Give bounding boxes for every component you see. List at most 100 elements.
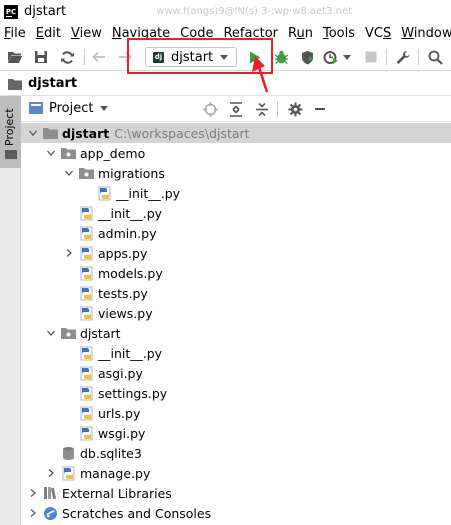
- project-tool-tab-label: Project: [3, 108, 16, 146]
- wrench-icon[interactable]: [394, 48, 412, 66]
- tree-item-label: apps.py: [98, 245, 148, 261]
- tree-row[interactable]: __init__.py: [21, 183, 451, 203]
- collapse-all-icon[interactable]: [254, 101, 270, 117]
- tree-item-label: External Libraries: [62, 485, 172, 501]
- menu-view[interactable]: View: [66, 26, 107, 41]
- python-file-icon: [78, 225, 94, 241]
- python-file-icon: [78, 205, 94, 221]
- tree-item-path: C:\workspaces\djstart: [114, 125, 250, 141]
- chevron-right-icon[interactable]: [46, 468, 56, 478]
- window-title: djstart: [24, 4, 67, 19]
- tree-row[interactable]: asgi.py: [21, 363, 451, 383]
- folder-icon: [42, 125, 58, 141]
- tree-row[interactable]: djstart: [21, 323, 451, 343]
- python-file-icon: [60, 465, 76, 481]
- database-file-icon: [60, 445, 76, 461]
- sync-icon[interactable]: [58, 48, 76, 66]
- tree-row[interactable]: tests.py: [21, 283, 451, 303]
- debug-icon[interactable]: [272, 48, 290, 66]
- menu-edit[interactable]: Edit: [31, 26, 66, 41]
- coverage-icon[interactable]: [298, 48, 316, 66]
- python-file-icon: [78, 245, 94, 261]
- menu-tools[interactable]: Tools: [318, 26, 360, 41]
- tree-item-label: Scratches and Consoles: [62, 505, 212, 521]
- tree-item-label: app_demo: [80, 145, 146, 161]
- tree-row[interactable]: __init__.py: [21, 203, 451, 223]
- tree-row[interactable]: admin.py: [21, 223, 451, 243]
- tree-item-label: djstart: [80, 325, 121, 341]
- python-file-icon: [78, 405, 94, 421]
- project-tree: djstart C:\workspaces\djstart app_demo migr…: [21, 123, 451, 525]
- project-panel-header: Project: [21, 96, 451, 122]
- tree-row[interactable]: __init__.py: [21, 343, 451, 363]
- open-folder-icon[interactable]: [6, 48, 24, 66]
- tree-row[interactable]: models.py: [21, 263, 451, 283]
- tree-item-label: djstart: [62, 125, 110, 141]
- tree-item-label: asgi.py: [98, 365, 143, 381]
- tree-item-label: settings.py: [98, 385, 168, 401]
- locate-icon[interactable]: [202, 101, 218, 117]
- tree-row[interactable]: urls.py: [21, 403, 451, 423]
- python-file-icon: [78, 305, 94, 321]
- window-title-watermark: www.f(angs)9@lN(s) 3-:wp·w8.aet3.net: [156, 6, 353, 17]
- tree-row[interactable]: wsgi.py: [21, 423, 451, 443]
- python-file-icon: [78, 285, 94, 301]
- settings-gear-icon[interactable]: [287, 101, 303, 117]
- tree-row[interactable]: db.sqlite3: [21, 443, 451, 463]
- title-bar: PC djstart www.f(angs)9@lN(s) 3-:wp·w8.a…: [0, 0, 451, 23]
- breadcrumb-project[interactable]: djstart: [28, 76, 77, 91]
- tree-item-label: wsgi.py: [98, 425, 146, 441]
- tree-item-label: urls.py: [98, 405, 141, 421]
- tree-item-label: __init__.py: [116, 185, 181, 201]
- tree-item-label: __init__.py: [98, 205, 163, 221]
- tree-item-label: admin.py: [98, 225, 157, 241]
- tree-row[interactable]: app_demo: [21, 143, 451, 163]
- chevron-down-icon[interactable]: [46, 148, 56, 158]
- libraries-icon: [42, 485, 58, 501]
- tree-row[interactable]: views.py: [21, 303, 451, 323]
- python-file-icon: [78, 385, 94, 401]
- tree-row[interactable]: settings.py: [21, 383, 451, 403]
- tree-row[interactable]: manage.py: [21, 463, 451, 483]
- save-icon[interactable]: [32, 48, 50, 66]
- chevron-right-icon[interactable]: [28, 508, 38, 518]
- profile-icon[interactable]: [322, 48, 340, 66]
- package-folder-icon: [60, 145, 76, 161]
- left-tool-strip: Project: [0, 96, 21, 525]
- chevron-down-icon[interactable]: [46, 328, 56, 338]
- run-options-chevron-icon[interactable]: [341, 48, 353, 66]
- project-view-selector[interactable]: Project: [49, 101, 93, 116]
- back-icon[interactable]: [90, 48, 108, 66]
- expand-all-icon[interactable]: [228, 101, 244, 117]
- python-file-icon: [96, 185, 112, 201]
- tree-item-label: views.py: [98, 305, 153, 321]
- tree-row[interactable]: migrations: [21, 163, 451, 183]
- tree-row[interactable]: apps.py: [21, 243, 451, 263]
- stop-icon[interactable]: [362, 48, 380, 66]
- scratches-icon: [42, 505, 58, 521]
- minimize-icon[interactable]: [312, 101, 328, 117]
- tree-row[interactable]: djstart C:\workspaces\djstart: [21, 123, 451, 143]
- tree-item-label: models.py: [98, 265, 163, 281]
- menu-window[interactable]: Window: [396, 26, 451, 41]
- python-file-icon: [78, 345, 94, 361]
- pycharm-logo-icon: PC: [4, 4, 18, 19]
- folder-icon: [8, 78, 22, 90]
- search-icon[interactable]: [426, 48, 444, 66]
- chevron-down-icon[interactable]: [100, 106, 109, 111]
- tree-item-label: tests.py: [98, 285, 148, 301]
- project-view-icon: [29, 102, 43, 114]
- chevron-right-icon[interactable]: [28, 488, 38, 498]
- chevron-right-icon[interactable]: [64, 248, 74, 258]
- menu-run[interactable]: Run: [283, 26, 318, 41]
- chevron-down-icon[interactable]: [64, 168, 74, 178]
- menu-vcs[interactable]: VCS: [360, 26, 396, 41]
- tree-row[interactable]: External Libraries: [21, 483, 451, 503]
- tree-row[interactable]: Scratches and Consoles: [21, 503, 451, 523]
- structure-folder-icon[interactable]: [5, 150, 17, 159]
- chevron-down-icon[interactable]: [28, 128, 38, 138]
- menu-file[interactable]: File: [0, 26, 31, 41]
- package-folder-icon: [78, 165, 94, 181]
- python-file-icon: [78, 425, 94, 441]
- highlight-annotation: [127, 38, 273, 74]
